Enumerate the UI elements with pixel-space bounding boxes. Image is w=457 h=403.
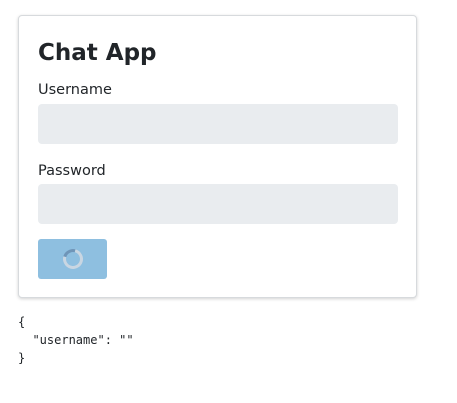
password-label: Password <box>38 163 106 179</box>
login-submit-button[interactable] <box>38 239 107 279</box>
login-card: Chat App Username Password <box>18 15 417 298</box>
username-input[interactable] <box>38 104 398 144</box>
username-label: Username <box>38 82 112 98</box>
app-title: Chat App <box>38 40 157 66</box>
password-input[interactable] <box>38 184 398 224</box>
spinner-icon <box>58 245 87 273</box>
debug-state-output: { "username": "" } <box>18 315 134 365</box>
